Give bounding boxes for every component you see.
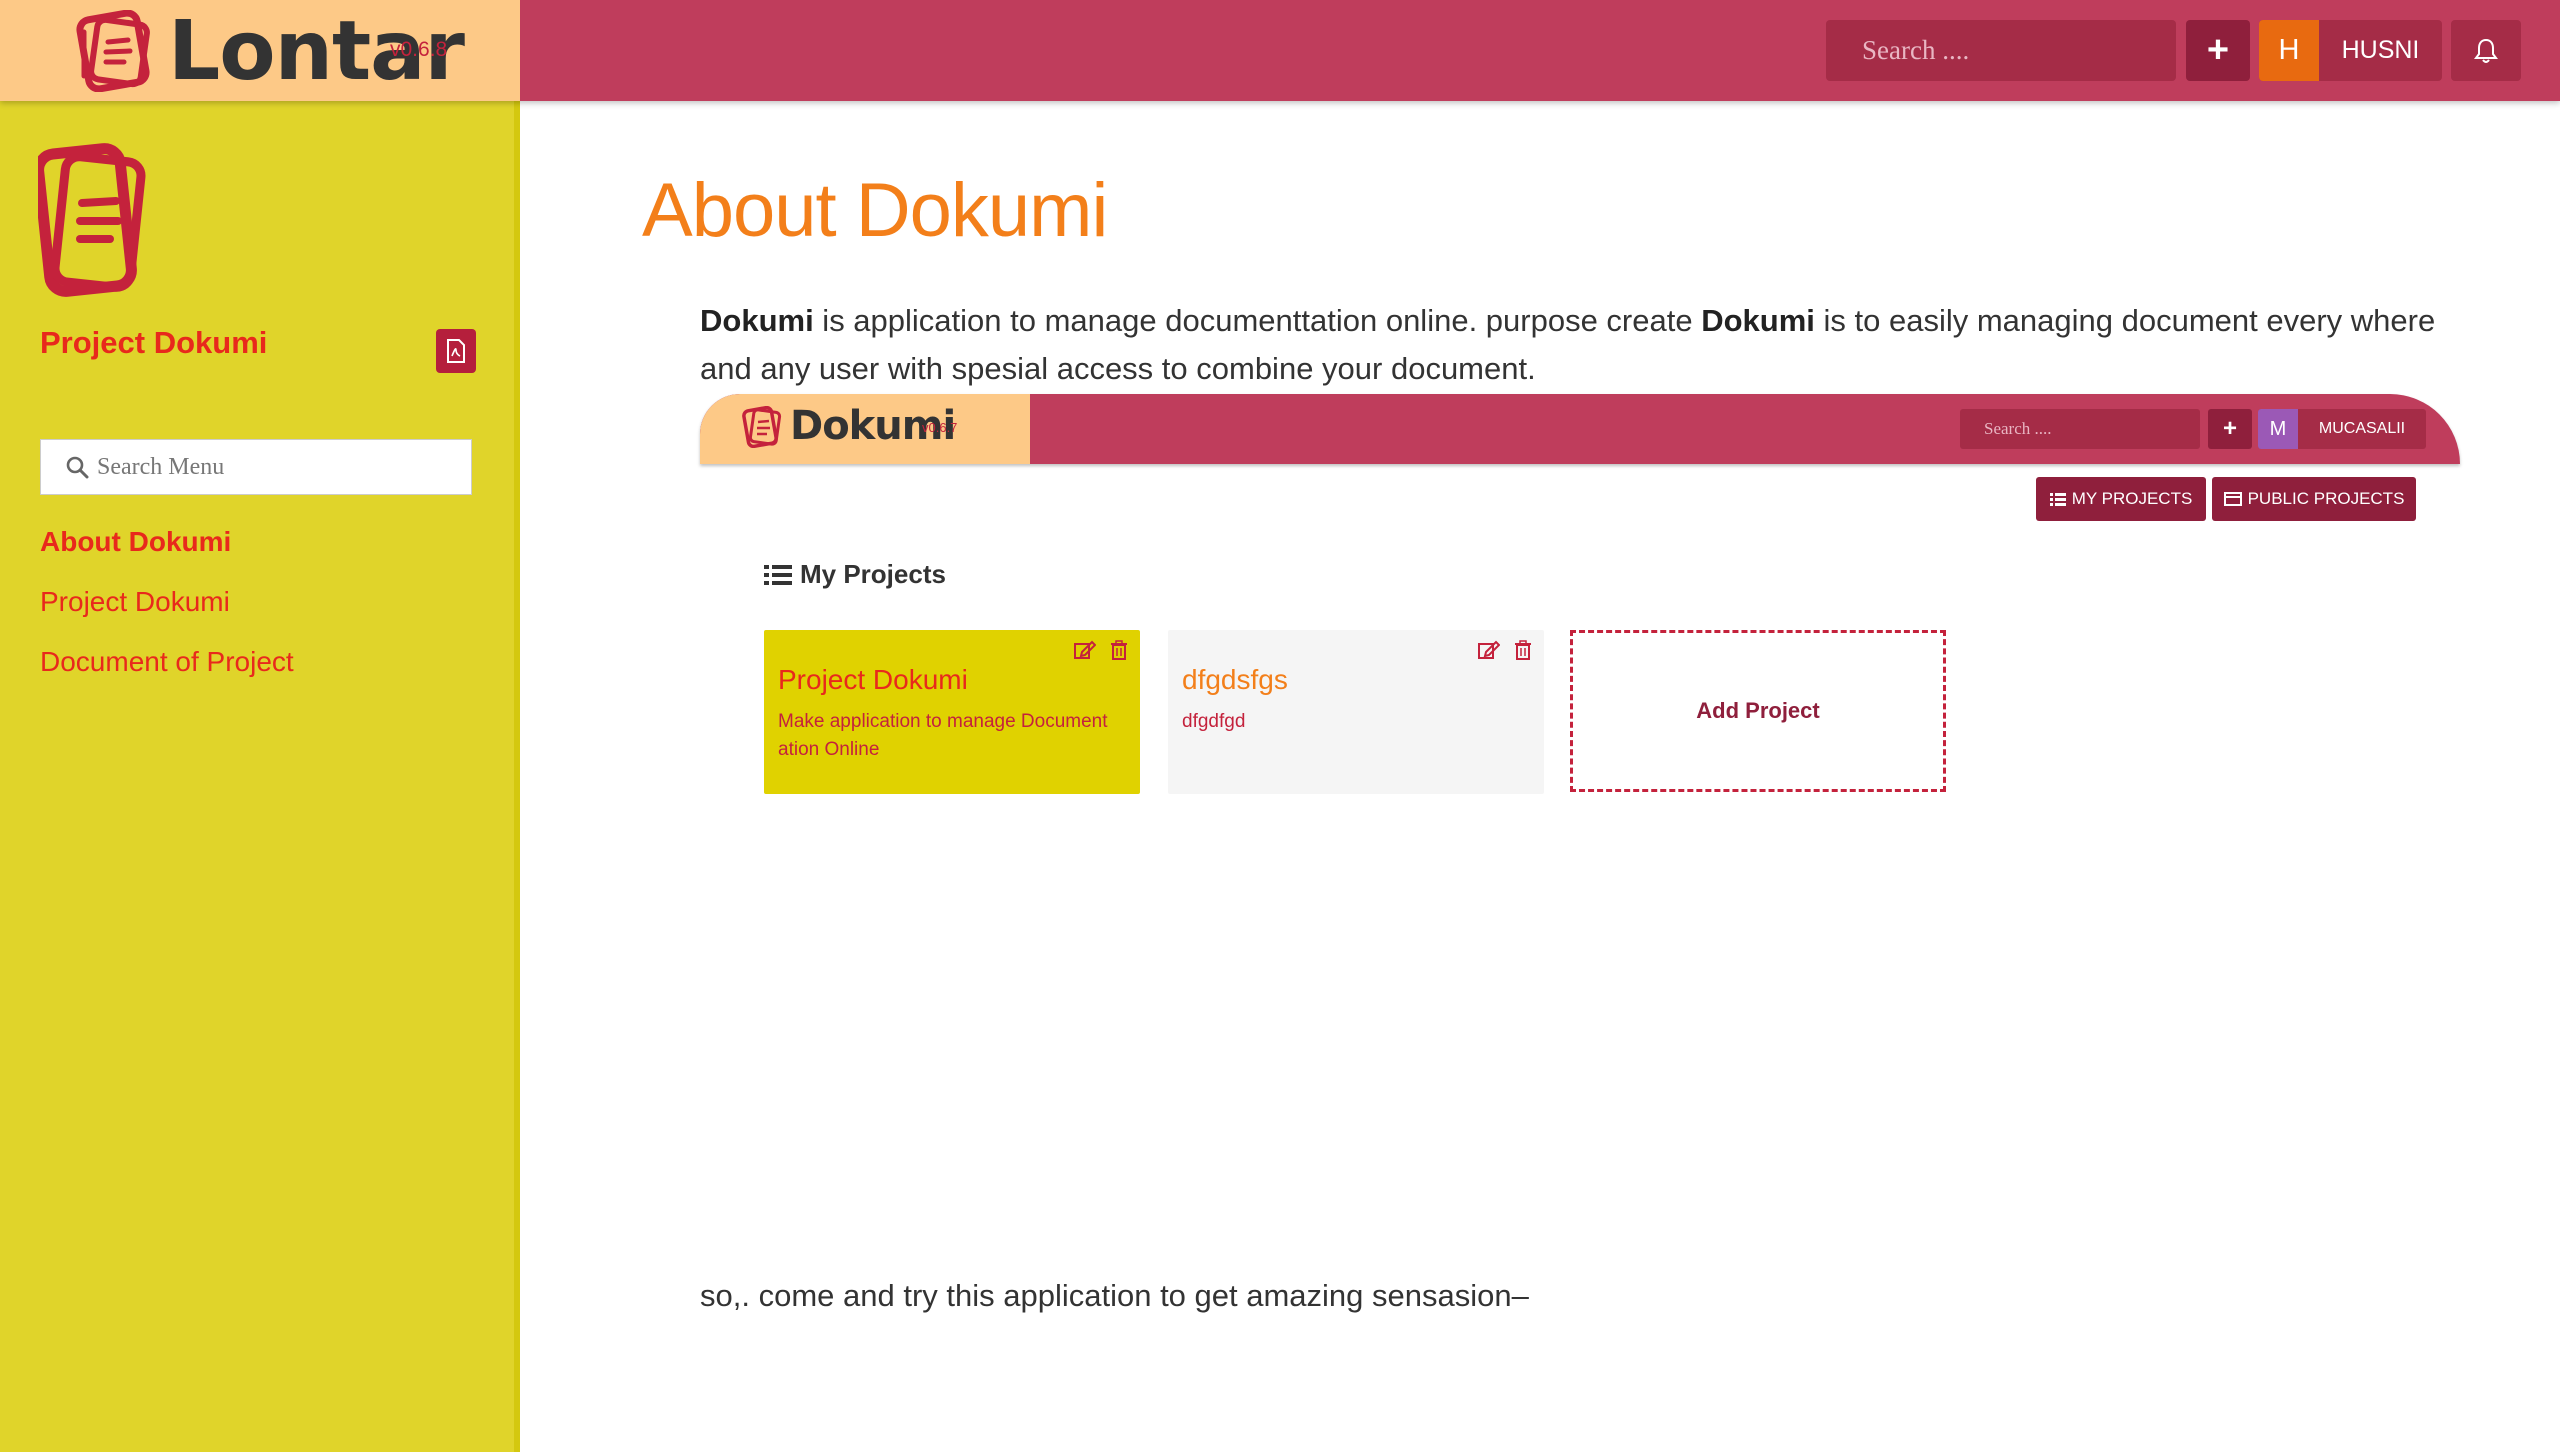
list-icon	[2049, 493, 2066, 506]
main-content: About Dokumi Dokumi is application to ma…	[526, 101, 2560, 1452]
screenshot-heading-label: My Projects	[800, 559, 946, 589]
trash-icon	[1111, 640, 1127, 660]
card-actions	[1074, 640, 1128, 660]
sidebar-item-document-of-project[interactable]: Document of Project	[40, 641, 294, 701]
screenshot-heading: My Projects	[764, 559, 946, 590]
card-title: dfgdsfgs	[1182, 664, 1288, 695]
screenshot-my-projects-button: MY PROJECTS	[2036, 477, 2206, 521]
menu-search[interactable]	[40, 439, 472, 495]
screenshot-user-name: MUCASALII	[2318, 420, 2406, 437]
screenshot-brand-version: v0.6.7	[922, 420, 958, 435]
screenshot-add-button: +	[2208, 409, 2252, 449]
page-title: About Dokumi	[642, 168, 1108, 253]
card-icon	[2223, 492, 2242, 506]
card-description: Make application to manage Document atio…	[778, 711, 1108, 760]
outro-paragraph: so,. come and try this application to ge…	[700, 1278, 1529, 1313]
intro-paragraph: Dokumi is application to manage document…	[700, 297, 2460, 393]
brand[interactable]: Lontar v0.6.8	[0, 0, 520, 101]
notebook-logo-icon	[742, 406, 782, 448]
intro-text-1: is application to manage documenttation …	[813, 303, 1702, 338]
sidebar: Project Dokumi About Dokumi Project Doku…	[0, 101, 520, 1452]
notebook-logo-icon	[38, 143, 146, 297]
edit-icon	[1478, 640, 1500, 659]
screenshot-public-projects-label: PUBLIC PROJECTS	[2247, 489, 2405, 508]
dokumi-screenshot: Dokumi v0.6.7 Search .... + M MUCASALII …	[700, 394, 2460, 934]
sidebar-item-about-dokumi[interactable]: About Dokumi	[40, 521, 294, 581]
brand-version: v0.6.8	[390, 38, 448, 61]
sidebar-menu: About Dokumi Project Dokumi Document of …	[40, 521, 294, 701]
card-title: Project Dokumi	[778, 664, 968, 695]
edit-icon	[1074, 640, 1096, 659]
avatar: H	[2259, 20, 2319, 81]
screenshot-user: M MUCASALII	[2258, 409, 2426, 449]
intro-bold-2: Dokumi	[1701, 303, 1815, 338]
menu-search-input[interactable]	[97, 453, 457, 481]
notebook-logo-icon	[76, 10, 150, 92]
screenshot-brand: Dokumi v0.6.7	[700, 394, 1030, 464]
search-icon	[66, 456, 89, 479]
card-description: dfgdfgd	[1182, 711, 1246, 732]
sidebar-item-project-dokumi[interactable]: Project Dokumi	[40, 581, 294, 641]
card-actions	[1478, 640, 1532, 660]
export-pdf-button[interactable]	[436, 329, 476, 373]
screenshot-project-card: Project Dokumi Make application to manag…	[764, 630, 1140, 794]
screenshot-navbar: Dokumi v0.6.7 Search .... + M MUCASALII	[700, 394, 2460, 464]
pdf-file-icon	[447, 339, 465, 363]
top-navbar: Lontar v0.6.8 + H HUSNI	[0, 0, 2560, 101]
user-name: HUSNI	[2341, 36, 2420, 64]
dokumi-logo	[38, 143, 146, 297]
sidebar-title: Project Dokumi	[40, 325, 268, 360]
add-button[interactable]: +	[2186, 20, 2250, 81]
top-search-input[interactable]	[1826, 20, 2176, 81]
screenshot-avatar: M	[2258, 409, 2298, 449]
screenshot-my-projects-label: MY PROJECTS	[2071, 489, 2193, 508]
screenshot-project-card: dfgdsfgs dfgdfgd	[1168, 630, 1544, 794]
screenshot-search: Search ....	[1960, 409, 2200, 449]
list-icon	[764, 564, 792, 585]
intro-bold-1: Dokumi	[700, 303, 814, 338]
notifications-button[interactable]	[2451, 20, 2521, 81]
user-menu-button[interactable]: H HUSNI	[2259, 20, 2442, 81]
screenshot-public-projects-button: PUBLIC PROJECTS	[2212, 477, 2416, 521]
bell-icon	[2474, 38, 2498, 63]
trash-icon	[1515, 640, 1531, 660]
screenshot-add-project-card: Add Project	[1570, 630, 1946, 792]
